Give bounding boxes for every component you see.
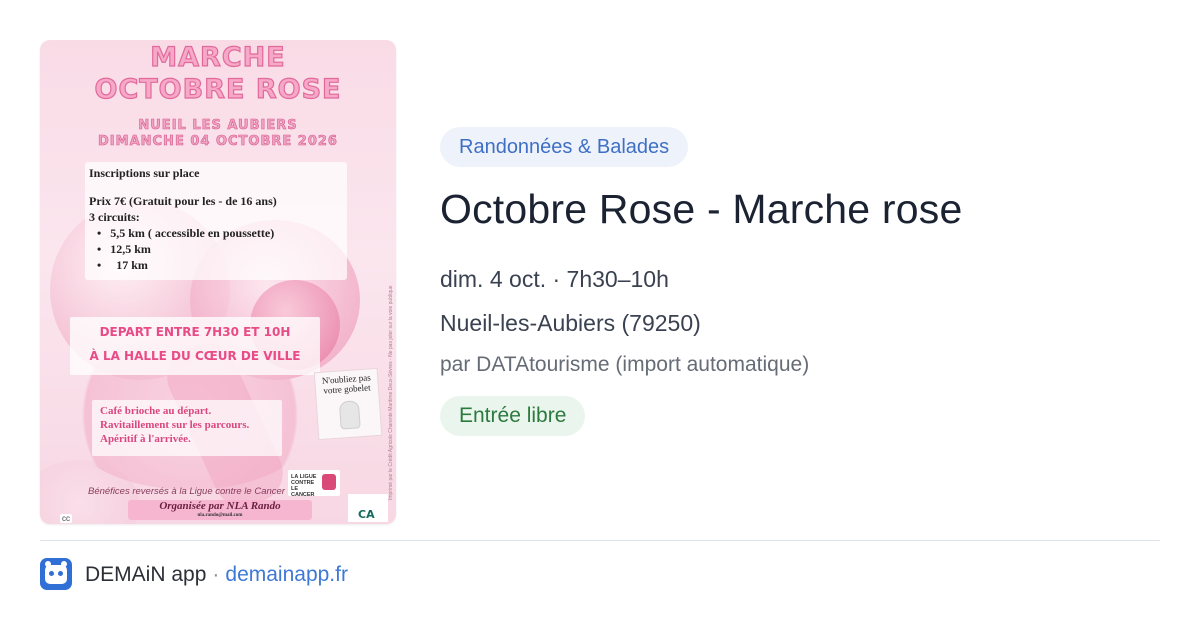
app-icon-eye — [58, 571, 63, 576]
ligue-logo-icon — [322, 474, 336, 490]
poster-amenity: Ravitaillement sur les parcours. — [100, 419, 250, 431]
poster-date: DIMANCHE 04 OCTOBRE 2026 — [98, 134, 338, 150]
poster-gobelet-text: N'oubliez pas votre gobelet — [321, 372, 371, 396]
poster-organizer: Organisée par NLA Rando nla.rando@mail.c… — [128, 500, 312, 520]
poster-price: Prix 7€ (Gratuit pour les - de 16 ans) — [89, 194, 277, 208]
footer-app-name[interactable]: DEMAiN app — [85, 563, 206, 586]
poster-circuit-item: • 12,5 km — [97, 242, 151, 256]
footer-separator: · — [212, 563, 220, 586]
poster-amenities-box: Café brioche au départ. Ravitaillement s… — [92, 400, 282, 456]
poster-title-line1: MARCHE — [150, 41, 286, 73]
poster-location: NUEIL LES AUBIERS — [138, 118, 298, 134]
ligue-cancer-logo: LA LIGUE CONTRE LE CANCER — [288, 470, 340, 498]
app-icon-eye — [49, 571, 54, 576]
poster-circuit-item: • 5,5 km ( accessible en poussette) — [97, 226, 275, 240]
poster-benefits: Bénéfices reversés à la Ligue contre le … — [88, 486, 285, 497]
poster-circuit-text: 17 km — [116, 258, 148, 272]
poster-circuits-label: 3 circuits: — [89, 210, 140, 224]
footer-brand: DEMAiN app · demainapp.fr — [85, 563, 348, 587]
event-poster-image: MARCHE OCTOBRE ROSE NUEIL LES AUBIERS DI… — [40, 40, 396, 524]
event-datetime: dim. 4 oct. · 7h30–10h — [440, 266, 669, 292]
credit-agricole-logo: CA — [348, 494, 388, 522]
event-location: Nueil-les-Aubiers (79250) — [440, 310, 701, 336]
demain-app-icon[interactable] — [40, 558, 72, 590]
poster-departure-box: DEPART ENTRE 7H30 ET 10H À LA HALLE DU C… — [70, 317, 320, 375]
event-source: par DATAtourisme (import automatique) — [440, 353, 810, 376]
poster-title-line2: OCTOBRE ROSE — [94, 73, 342, 105]
poster-info-box: Inscriptions sur place Prix 7€ (Gratuit … — [85, 162, 347, 280]
ca-logo-mark: CA — [358, 508, 375, 521]
poster-amenity: Café brioche au départ. — [100, 405, 212, 417]
footer-divider — [40, 540, 1160, 541]
poster-circuit-text: 12,5 km — [110, 242, 151, 256]
event-title[interactable]: Octobre Rose - Marche rose — [440, 186, 962, 233]
ligue-logo-text: LA LIGUE CONTRE LE CANCER — [291, 474, 317, 498]
poster-gobelet-note: N'oubliez pas votre gobelet — [313, 367, 383, 441]
poster-circuit-text: 5,5 km ( accessible en poussette) — [110, 226, 275, 240]
poster-organizer-text: Organisée par NLA Rando — [159, 500, 281, 512]
poster-printer-note: Imprimé par le Crédit Agricole Charente … — [388, 285, 394, 500]
poster-departure-place: À LA HALLE DU CŒUR DE VILLE — [89, 349, 301, 363]
poster-departure-time: DEPART ENTRE 7H30 ET 10H — [99, 325, 291, 339]
poster-amenity: Apéritif à l'arrivée. — [100, 433, 191, 445]
poster-circuit-item: • 17 km — [97, 258, 148, 272]
figure-icon — [338, 400, 361, 430]
poster-inscriptions: Inscriptions sur place — [89, 166, 200, 180]
poster-organizer-email: nla.rando@mail.com — [197, 513, 243, 518]
app-icon-face — [45, 565, 67, 584]
cc-license-icon: cc — [60, 514, 72, 523]
category-badge[interactable]: Randonnées & Balades — [440, 127, 689, 167]
price-badge: Entrée libre — [440, 396, 586, 436]
footer-domain-link[interactable]: demainapp.fr — [225, 563, 348, 586]
